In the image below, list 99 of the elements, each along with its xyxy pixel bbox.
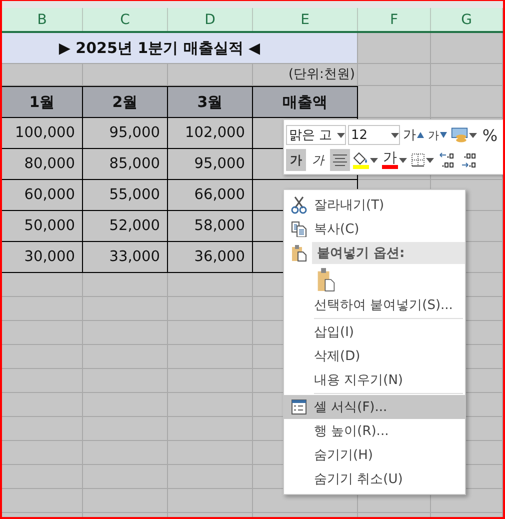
table-cell: 36,000 — [168, 242, 253, 273]
table-cell: 95,000 — [168, 149, 253, 180]
empty-cell[interactable] — [83, 393, 168, 417]
menu-item[interactable]: 셀 서식(F)... — [284, 395, 465, 419]
decrease-decimal-icon[interactable] — [460, 151, 478, 169]
empty-cell[interactable] — [2, 297, 83, 321]
column-header[interactable]: C — [83, 8, 168, 31]
empty-cell[interactable] — [83, 465, 168, 489]
font-name-field[interactable]: 맑은 고 — [286, 125, 346, 145]
menu-item[interactable]: 복사(C) — [284, 217, 465, 241]
font-size-field[interactable]: 12 — [348, 125, 400, 145]
dropdown-caret-icon[interactable] — [469, 132, 477, 138]
menu-item[interactable]: 내용 지우기(N) — [284, 368, 465, 392]
empty-cell[interactable] — [2, 489, 83, 513]
increase-decimal-icon[interactable] — [438, 151, 456, 169]
borders-icon[interactable] — [411, 153, 425, 167]
copy-icon — [291, 221, 307, 237]
table-cell: 52,000 — [83, 211, 168, 242]
table-cell: 50,000 — [2, 211, 83, 242]
clipboard-icon — [291, 244, 307, 262]
paste-option-icon[interactable] — [317, 266, 335, 292]
empty-cell[interactable] — [83, 345, 168, 369]
align-center-icon — [332, 154, 348, 166]
sheet-title: ▶ 2025년 1분기 매출실적 ◀ — [2, 33, 358, 64]
empty-cell[interactable] — [168, 273, 253, 297]
table-cell: 80,000 — [2, 149, 83, 180]
empty-cell[interactable] — [168, 345, 253, 369]
empty-cell[interactable] — [2, 441, 83, 465]
bold-button[interactable]: 가 — [286, 149, 306, 171]
empty-cell[interactable] — [168, 465, 253, 489]
paint-bucket-icon[interactable] — [353, 152, 369, 164]
table-cell: 95,000 — [83, 118, 168, 149]
empty-cell[interactable] — [2, 465, 83, 489]
dropdown-caret-icon[interactable] — [399, 158, 407, 162]
dropdown-caret-icon[interactable] — [370, 158, 378, 162]
percent-button[interactable]: % — [480, 124, 500, 146]
empty-cell[interactable] — [83, 297, 168, 321]
empty-cell[interactable] — [83, 369, 168, 393]
empty-cell[interactable] — [2, 345, 83, 369]
empty-cell[interactable] — [168, 321, 253, 345]
empty-cell[interactable] — [2, 369, 83, 393]
empty-cell[interactable] — [431, 64, 503, 86]
column-header[interactable]: F — [358, 8, 431, 31]
table-cell: 60,000 — [2, 180, 83, 211]
menu-item[interactable]: 행 높이(R)... — [284, 419, 465, 443]
align-center-button[interactable] — [330, 149, 350, 171]
table-cell: 102,000 — [168, 118, 253, 149]
column-header[interactable]: G — [431, 8, 503, 31]
format-cells-icon — [291, 399, 307, 415]
table-cell: 58,000 — [168, 211, 253, 242]
table-header-cell: 1월 — [2, 86, 83, 118]
empty-cell[interactable] — [168, 369, 253, 393]
empty-cell[interactable] — [431, 86, 503, 118]
table-header-cell: 3월 — [168, 86, 253, 118]
dropdown-caret-icon[interactable] — [391, 132, 399, 138]
font-color-button[interactable]: 가 — [383, 151, 397, 165]
empty-cell[interactable] — [168, 417, 253, 441]
empty-cell[interactable] — [358, 64, 431, 86]
table-header-cell: 매출액 — [253, 86, 358, 118]
empty-cell[interactable] — [2, 393, 83, 417]
grow-font-button[interactable]: 가 — [402, 124, 425, 146]
empty-cell[interactable] — [168, 297, 253, 321]
empty-cell[interactable] — [168, 489, 253, 513]
column-header[interactable]: E — [253, 8, 358, 31]
menu-item[interactable]: 선택하여 붙여넣기(S)... — [284, 293, 465, 317]
empty-cell[interactable] — [168, 393, 253, 417]
cell-style-icon[interactable] — [451, 127, 468, 143]
empty-cell[interactable] — [83, 273, 168, 297]
column-header[interactable]: B — [2, 8, 83, 31]
table-cell: 30,000 — [2, 242, 83, 273]
menu-item[interactable]: 잘라내기(T) — [284, 193, 465, 217]
menu-item[interactable]: 숨기기(H) — [284, 443, 465, 467]
table-cell: 55,000 — [83, 180, 168, 211]
empty-cell[interactable] — [168, 441, 253, 465]
scissors-icon — [291, 196, 307, 214]
dropdown-caret-icon[interactable] — [426, 158, 434, 162]
empty-cell[interactable] — [431, 33, 503, 64]
empty-cell[interactable] — [83, 417, 168, 441]
menu-item[interactable]: 삭제(D) — [284, 344, 465, 368]
menu-item[interactable]: 삽입(I) — [284, 320, 465, 344]
dropdown-caret-icon[interactable] — [337, 132, 345, 138]
table-cell: 100,000 — [2, 118, 83, 149]
italic-button[interactable]: 가 — [308, 149, 328, 171]
empty-cell[interactable] — [2, 273, 83, 297]
table-cell: 33,000 — [83, 242, 168, 273]
table-cell: 85,000 — [83, 149, 168, 180]
shrink-font-button[interactable]: 가 — [427, 124, 448, 146]
up-arrow-icon — [417, 132, 424, 138]
table-header-cell: 2월 — [83, 86, 168, 118]
menu-item[interactable]: 숨기기 취소(U) — [284, 467, 465, 491]
empty-cell[interactable] — [2, 321, 83, 345]
empty-cell[interactable] — [83, 441, 168, 465]
table-cell: 66,000 — [168, 180, 253, 211]
empty-cell[interactable] — [2, 417, 83, 441]
down-arrow-icon — [440, 132, 447, 138]
empty-cell[interactable] — [83, 489, 168, 513]
empty-cell[interactable] — [83, 321, 168, 345]
menu-section-header: 붙여넣기 옵션: — [312, 242, 465, 264]
column-header[interactable]: D — [168, 8, 253, 31]
